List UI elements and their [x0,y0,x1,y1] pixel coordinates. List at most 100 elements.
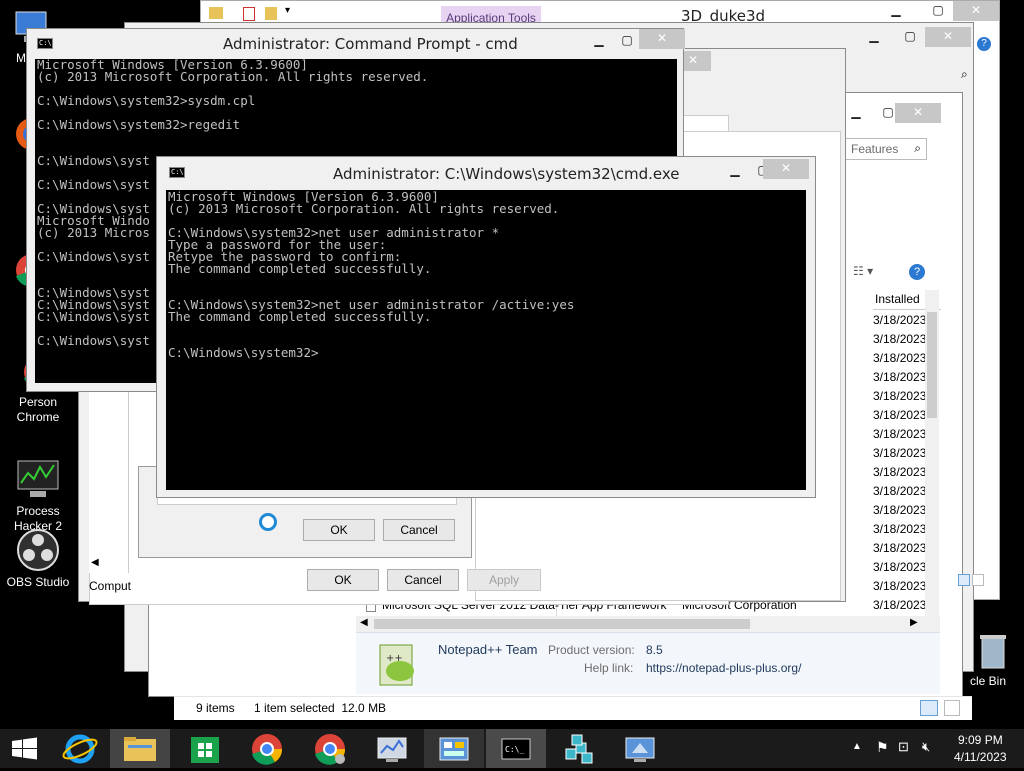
taskbar-internet-explorer[interactable] [50,729,110,768]
installed-date-cell: 3/18/2023 [873,389,925,403]
console-line: The command completed successfully. [168,309,432,324]
minimize-button[interactable]: ▁ [721,161,749,181]
busy-cursor-icon [259,513,277,531]
installed-date-cell: 3/18/2023 [873,503,925,517]
installed-date-cell: 3/18/2023 [873,541,925,555]
maximize-button[interactable]: ▢ [613,31,641,51]
details-pane: ++ Notepad++ Team Product version: 8.5 H… [356,632,940,694]
maximize-button[interactable]: ▢ [895,27,925,47]
cmd-title: Administrator: C:\Windows\system32\cmd.e… [333,165,680,183]
recycle-bin-icon [978,632,1008,672]
taskbar-file-explorer[interactable] [110,729,170,768]
installed-date-cell: 3/18/2023 [873,332,925,346]
inner-cancel-button[interactable]: Cancel [383,519,455,541]
taskbar-system-properties[interactable] [610,729,670,768]
search-icon[interactable]: ⌕ [961,67,968,82]
process-hacker-icon [16,442,60,497]
scrollbar[interactable] [925,290,939,620]
help-icon[interactable]: ? [977,37,991,51]
installed-date-cell: 3/18/2023 [873,598,925,612]
chrome-icon [252,734,283,765]
action-center-flag-icon[interactable]: ⚑ [876,739,889,756]
cmd-window-2: C:\ Administrator: C:\Windows\system32\c… [156,156,816,498]
taskbar-performance-monitor[interactable] [362,729,422,768]
cancel-button[interactable]: Cancel [387,569,459,591]
close-button[interactable]: ✕ [763,159,809,179]
scroll-left-icon[interactable]: ◀ [91,557,99,568]
folder-icon [209,7,223,19]
svg-text:++: ++ [386,653,403,664]
details-view-icon[interactable] [958,574,970,586]
search-input[interactable]: Features [851,142,898,156]
close-button[interactable]: ✕ [895,103,941,123]
apply-button[interactable]: Apply [467,569,541,591]
computer-icon [625,737,655,762]
search-icon[interactable]: ⌕ [914,141,921,156]
large-icons-view-icon[interactable] [944,700,960,716]
maximize-button[interactable]: ▢ [923,1,953,21]
taskbar-command-prompt[interactable]: C:\_ [486,729,546,768]
taskbar-chrome[interactable] [237,729,297,768]
installed-date-cell: 3/18/2023 [873,446,925,460]
desktop-icon-obs[interactable]: OBS Studio [0,528,76,590]
chrome-icon [315,734,346,765]
installed-date-cell: 3/18/2023 [873,351,925,365]
desktop-icon-label: cle Bin [970,674,1007,688]
taskbar-chrome-profile[interactable] [300,729,360,768]
scrollbar-thumb[interactable] [374,619,750,629]
cmd-console-2[interactable]: Microsoft Windows [Version 6.3.9600] (c) … [166,190,806,490]
taskbar-control-panel[interactable] [424,729,484,768]
close-button[interactable]: ✕ [639,29,685,49]
desktop-icon-process-hacker[interactable]: Process Hacker 2 [0,427,76,534]
customize-toolbar-icon[interactable]: ▾ [285,5,290,16]
properties-icon[interactable] [243,7,255,21]
view-options-icon[interactable]: ☷ ▾ [853,264,873,278]
help-icon[interactable]: ? [909,264,925,280]
show-hidden-icons-icon[interactable]: ▲ [852,741,862,752]
scroll-right-icon[interactable]: ▶ [910,617,918,628]
horizontal-scrollbar[interactable]: ◀ ▶ [356,616,940,632]
network-icon[interactable]: ⊡ [898,739,909,755]
console-line: (c) 2013 Microsoft Corporation. All righ… [168,201,560,216]
minimize-button[interactable]: ▁ [859,27,889,47]
console-line: C:\Windows\system32>sysdm.cpl [37,93,256,108]
inner-ok-button[interactable]: OK [303,519,375,541]
console-line: (c) 2013 Microsoft Corporation. All righ… [37,69,429,84]
volume-muted-icon[interactable]: 🔇︎ [922,739,930,755]
taskbar-store[interactable] [175,729,235,768]
cmd-titlebar: C:\ Administrator: Command Prompt - cmd … [27,29,685,59]
installed-date-cell: 3/18/2023 [873,522,925,536]
folder-icon [124,737,156,761]
details-version-label: Product version: [548,643,635,657]
cmd-icon: C:\ [169,167,185,178]
scrollbar-thumb[interactable] [927,312,937,418]
search-box[interactable]: Features ⌕ [845,138,927,160]
scroll-left-icon[interactable]: ◀ [360,617,368,628]
close-button[interactable]: ✕ [925,27,971,47]
installed-date-cell: 3/18/2023 [873,370,925,384]
large-icons-view-icon[interactable] [972,574,984,586]
details-publisher: Notepad++ Team [438,642,538,657]
console-line: C:\Windows\system32> [168,345,319,360]
svg-text:C:\_: C:\_ [505,745,524,754]
console-line: C:\Windows\system32>regedit [37,117,241,132]
monitor-icon [377,737,407,762]
minimize-button[interactable]: ▁ [585,31,613,51]
minimize-button[interactable]: ▁ [881,1,911,21]
obs-icon [16,528,60,572]
ok-button[interactable]: OK [307,569,379,591]
installed-date-cell: 3/18/2023 [873,484,925,498]
computer-name-label: Comput [89,579,132,593]
clock-date[interactable]: 4/11/2023 [954,750,1007,764]
clock-time[interactable]: 9:09 PM [958,733,1003,747]
installed-date-cell: 3/18/2023 [873,408,925,422]
installed-date-cell: 3/18/2023 [873,427,925,441]
new-folder-icon[interactable] [265,7,277,20]
taskbar-app-cubes[interactable] [548,729,608,768]
close-button[interactable]: ✕ [953,1,999,21]
details-view-icon[interactable] [920,700,938,716]
start-button[interactable] [0,729,50,768]
cmd-icon: C:\ [37,38,53,49]
details-help-link[interactable]: https://notepad-plus-plus.org/ [646,661,801,675]
